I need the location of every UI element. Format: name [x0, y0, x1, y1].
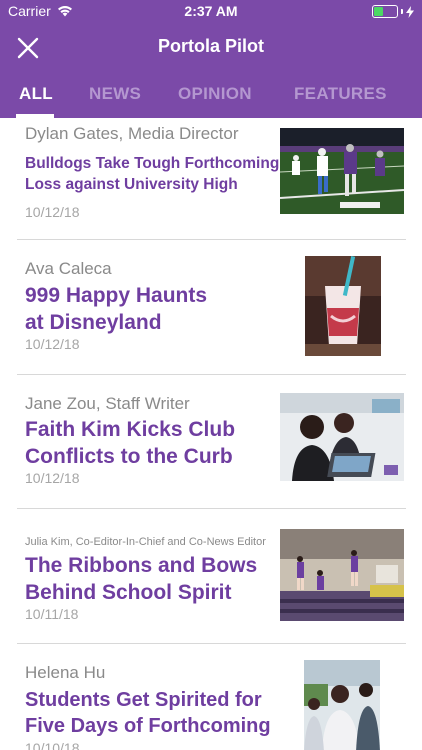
battery-icon [372, 5, 398, 18]
tab-opinion[interactable]: OPINION [178, 84, 252, 104]
article-headline[interactable]: The Ribbons and Bows Behind School Spiri… [25, 552, 257, 606]
headline-line: Students Get Spirited for [25, 689, 262, 711]
article-date: 10/10/18 [25, 740, 80, 750]
article-author: Ava Caleca [25, 259, 112, 278]
tab-all[interactable]: ALL [19, 84, 53, 104]
headline-line: Five Days of Forthcoming [25, 715, 271, 737]
category-tabs: ALL NEWS OPINION FEATURES [0, 72, 422, 118]
status-bar: Carrier 2:37 AM [0, 0, 422, 24]
students-laptop-photo[interactable] [280, 393, 404, 481]
article-headline[interactable]: Faith Kim Kicks Club Conflicts to the Cu… [25, 416, 235, 470]
article-date: 10/12/18 [25, 470, 80, 486]
article-feed: Dylan Gates, Media Director Bulldogs Tak… [0, 118, 422, 750]
headline-line: The Ribbons and Bows [25, 554, 258, 577]
headline-line: Loss against University High [25, 176, 238, 193]
headline-line: Behind School Spirit [25, 581, 232, 604]
students-outdoor-photo[interactable] [304, 660, 380, 750]
headline-line: Bulldogs Take Tough Forthcoming [25, 155, 280, 172]
football-photo[interactable] [280, 128, 404, 214]
article-date: 10/11/18 [25, 606, 79, 622]
article-headline[interactable]: Bulldogs Take Tough Forthcoming Loss aga… [25, 153, 279, 195]
article-card[interactable]: Dylan Gates, Media Director Bulldogs Tak… [17, 118, 406, 240]
tab-features[interactable]: FEATURES [294, 84, 387, 104]
status-right [372, 5, 414, 18]
headline-line: at Disneyland [25, 311, 162, 334]
charging-bolt-icon [406, 5, 414, 18]
headline-line: 999 Happy Haunts [25, 284, 208, 307]
article-card[interactable]: Julia Kim, Co-Editor-In-Chief and Co-New… [17, 509, 406, 644]
article-author: Julia Kim, Co-Editor-In-Chief and Co-New… [25, 536, 266, 548]
cheer-gym-photo[interactable] [280, 529, 404, 621]
article-author: Dylan Gates, Media Director [25, 124, 239, 143]
article-author: Helena Hu [25, 663, 106, 682]
drink-photo[interactable] [305, 256, 381, 356]
article-date: 10/12/18 [25, 204, 80, 220]
headline-line: Faith Kim Kicks Club [25, 418, 236, 441]
article-headline[interactable]: Students Get Spirited for Five Days of F… [25, 687, 271, 739]
battery-tip [401, 9, 403, 14]
nav-bar: Portola Pilot [0, 24, 422, 72]
headline-line: Conflicts to the Curb [25, 445, 233, 468]
article-card[interactable]: Helena Hu Students Get Spirited for Five… [17, 644, 406, 750]
tab-news[interactable]: NEWS [89, 84, 141, 104]
article-card[interactable]: Jane Zou, Staff Writer Faith Kim Kicks C… [17, 375, 406, 509]
article-author: Jane Zou, Staff Writer [25, 394, 190, 413]
article-headline[interactable]: 999 Happy Haunts at Disneyland [25, 282, 207, 336]
article-date: 10/12/18 [25, 336, 80, 352]
page-title: Portola Pilot [157, 36, 264, 56]
article-card[interactable]: Ava Caleca 999 Happy Haunts at Disneylan… [17, 240, 406, 375]
status-time: 2:37 AM [184, 3, 238, 19]
